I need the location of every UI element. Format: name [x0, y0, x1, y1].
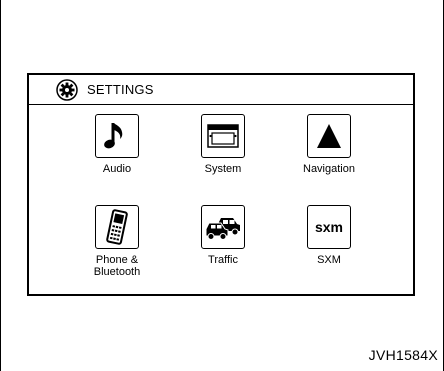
phone-bluetooth-tile[interactable]: Phone & Bluetooth: [67, 205, 167, 278]
audio-button[interactable]: [95, 114, 139, 158]
settings-screen: SETTINGS Audio System Navigation Phone &…: [27, 73, 415, 296]
phone-bluetooth-label: Phone & Bluetooth: [93, 254, 141, 278]
navigation-label: Navigation: [303, 163, 355, 175]
system-label: System: [204, 163, 242, 175]
audio-label: Audio: [102, 163, 132, 175]
navigation-button[interactable]: [307, 114, 351, 158]
page-title: SETTINGS: [87, 82, 154, 97]
system-tile[interactable]: System: [173, 114, 273, 175]
traffic-button[interactable]: [201, 205, 245, 249]
figure-code: JVH1584X: [368, 347, 438, 363]
sxm-label: SXM: [317, 254, 341, 266]
phone-bluetooth-button[interactable]: [95, 205, 139, 249]
audio-tile[interactable]: Audio: [67, 114, 167, 175]
mobile-phone-icon: [106, 209, 128, 245]
traffic-tile[interactable]: Traffic: [173, 205, 273, 266]
traffic-label: Traffic: [208, 254, 238, 266]
traffic-cars-icon: [205, 218, 240, 240]
system-button[interactable]: [201, 114, 245, 158]
navigation-tile[interactable]: Navigation: [279, 114, 379, 175]
music-note-icon: [104, 123, 123, 149]
display-screen-icon: [207, 124, 239, 148]
sxm-logo-icon: sxm: [314, 219, 344, 235]
navigation-arrow-icon: [317, 124, 341, 148]
gear-icon: [56, 79, 78, 101]
sxm-button[interactable]: sxm: [307, 205, 351, 249]
settings-header: SETTINGS: [29, 75, 413, 105]
sxm-tile[interactable]: sxm SXM: [279, 205, 379, 266]
